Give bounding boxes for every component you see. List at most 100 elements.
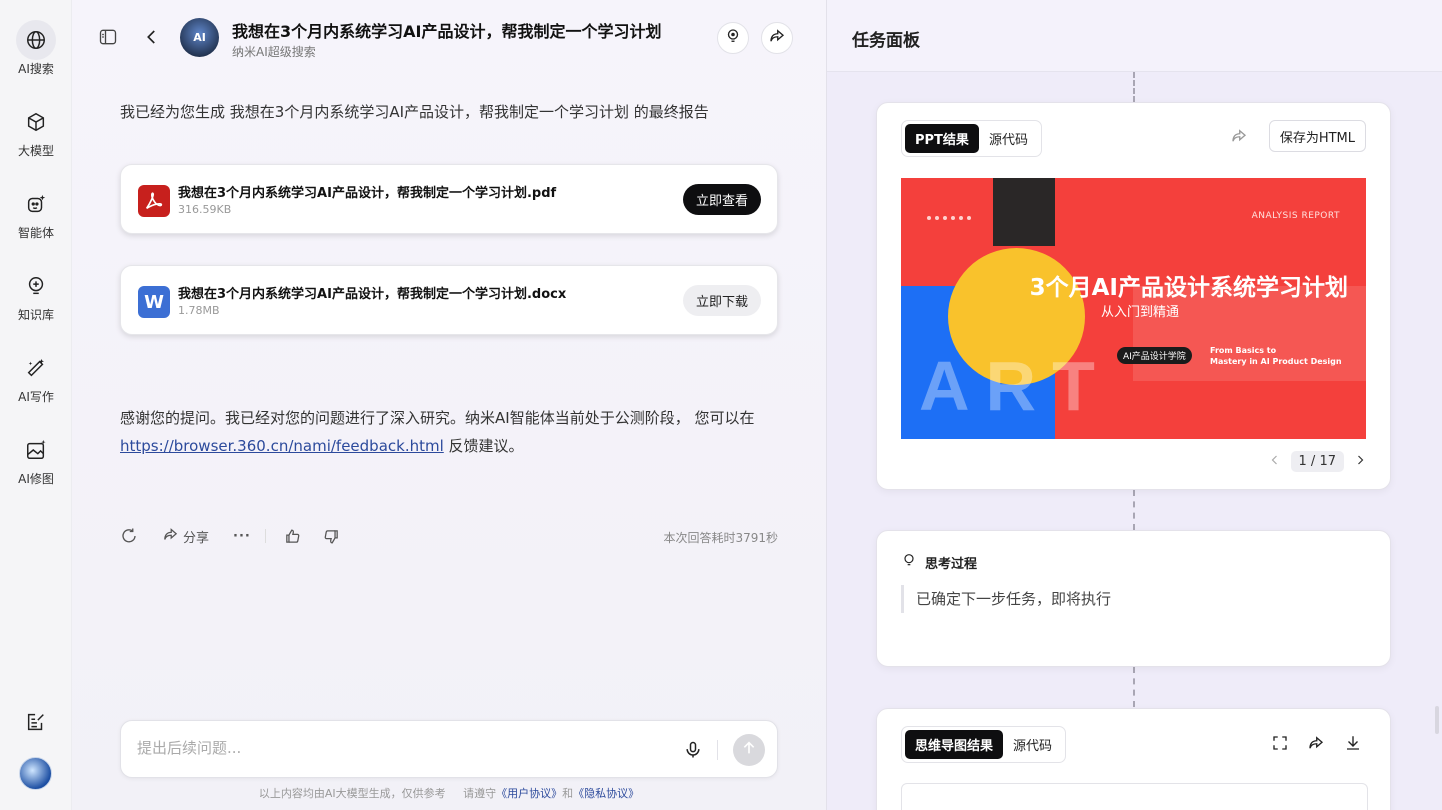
share-arrow-icon: [768, 27, 786, 49]
share-button[interactable]: [761, 22, 793, 54]
share-action[interactable]: 分享: [162, 526, 209, 547]
agent-icon: [16, 184, 56, 224]
save-as-html-button[interactable]: 保存为HTML: [1268, 120, 1366, 152]
nav-label: AI修图: [18, 472, 54, 486]
file-name: 我想在3个月内系统学习AI产品设计，帮我制定一个学习计划.docx: [178, 287, 567, 302]
slide-watermark: ART: [919, 347, 1111, 425]
more-options[interactable]: ···: [233, 529, 251, 544]
lightbulb-icon: [724, 27, 742, 49]
microphone-icon[interactable]: [681, 738, 705, 762]
timeline-connector: [1133, 490, 1135, 530]
thumbs-down-icon[interactable]: [323, 528, 340, 545]
regenerate-icon[interactable]: [120, 527, 138, 545]
feedback-link[interactable]: https://browser.360.cn/nami/feedback.htm…: [120, 437, 444, 455]
slide-report-label: ANALYSIS REPORT: [1251, 211, 1340, 221]
view-now-button[interactable]: 立即查看: [682, 184, 761, 215]
page-indicator: 1 / 17: [1290, 451, 1344, 472]
thinking-process-card: 思考过程 已确定下一步任务，即将执行: [876, 530, 1391, 667]
nav-model[interactable]: 大模型: [0, 102, 72, 172]
timeline-connector: [1133, 72, 1135, 102]
privacy-link[interactable]: 《隐私协议》: [573, 787, 639, 800]
panel-title: 任务面板: [852, 31, 920, 51]
file-size: 1.78MB: [178, 304, 220, 317]
slide-dots: [927, 216, 971, 220]
slide-english-line: From Basics to: [1210, 346, 1277, 355]
fullscreen-icon[interactable]: [1268, 731, 1292, 755]
image-edit-icon: [16, 430, 56, 470]
slide-subtitle: 从入门到精通: [1101, 305, 1180, 320]
nav-label: 知识库: [17, 308, 54, 322]
file-name: 我想在3个月内系统学习AI产品设计，帮我制定一个学习计划.pdf: [178, 186, 557, 201]
slide-english-text: From Basics to Mastery in AI Product Des…: [1210, 345, 1342, 367]
slide-title: 3个月AI产品设计系统学习计划: [1029, 275, 1348, 301]
mindmap-preview[interactable]: [901, 783, 1368, 810]
download-icon[interactable]: [1341, 731, 1365, 755]
nav-ai-search[interactable]: AI搜索: [0, 20, 72, 90]
disclaimer: 以上内容均由AI大模型生成，仅供参考 请遵守《用户协议》和《隐私协议》: [72, 785, 826, 801]
file-size: 316.59KB: [178, 203, 232, 216]
thinking-body: 已确定下一步任务，即将执行: [901, 585, 1111, 613]
followup-input[interactable]: [137, 739, 657, 757]
arrow-up-icon: [741, 740, 757, 760]
tab-source-code[interactable]: 源代码: [1003, 730, 1062, 759]
bulb-icon: [16, 266, 56, 306]
pdf-icon: [138, 185, 170, 217]
thinking-heading-text: 思考过程: [925, 556, 978, 572]
share-arrow-icon[interactable]: [1304, 731, 1328, 755]
avatar[interactable]: [19, 757, 52, 790]
nav-ai-write[interactable]: AI写作: [0, 348, 72, 418]
nav-label: AI搜索: [18, 62, 54, 76]
sidebar-toggle-icon[interactable]: [95, 24, 121, 50]
lightbulb-icon: [901, 552, 917, 572]
share-arrow-icon[interactable]: [1227, 124, 1251, 148]
ppt-tabs: PPT结果 源代码: [901, 120, 1042, 157]
chat-header: AI 我想在3个月内系统学习AI产品设计，帮我制定一个学习计划 纳米AI超级搜索: [72, 0, 826, 72]
notes-edit-icon[interactable]: [20, 706, 52, 738]
timeline-connector: [1133, 667, 1135, 707]
scrollbar-thumb[interactable]: [1435, 706, 1439, 734]
download-now-button[interactable]: 立即下载: [682, 285, 761, 316]
pdf-file-card[interactable]: 我想在3个月内系统学习AI产品设计，帮我制定一个学习计划.pdf 316.59K…: [120, 164, 778, 234]
slide-pager: 1 / 17: [1269, 451, 1366, 472]
tab-ppt-result[interactable]: PPT结果: [905, 124, 979, 153]
cube-icon: [16, 102, 56, 142]
disclaimer-text: 和: [562, 787, 574, 800]
disclaimer-text: 请遵守: [463, 787, 497, 800]
send-button[interactable]: [733, 734, 765, 766]
nav-knowledge[interactable]: 知识库: [0, 266, 72, 336]
left-navigation: AI搜索 大模型 智能体 知识库 AI写作 AI修图: [0, 0, 72, 810]
chat-column: AI 我想在3个月内系统学习AI产品设计，帮我制定一个学习计划 纳米AI超级搜索…: [72, 0, 826, 810]
nav-ai-image[interactable]: AI修图: [0, 430, 72, 500]
word-icon: W: [138, 286, 170, 318]
agent-avatar-text: AI: [193, 31, 206, 44]
thumbs-up-icon[interactable]: [284, 528, 301, 545]
page-title: 我想在3个月内系统学习AI产品设计，帮我制定一个学习计划: [232, 22, 662, 41]
thanks-text: 感谢您的提问。我已经对您的问题进行了深入研究。纳米AI智能体当前处于公测阶段， …: [120, 409, 755, 427]
idea-button[interactable]: [717, 22, 749, 54]
chevron-right-icon[interactable]: [1354, 454, 1366, 470]
chevron-left-icon[interactable]: [1269, 454, 1281, 470]
divider: [264, 529, 266, 543]
ppt-slide-preview[interactable]: ART ANALYSIS REPORT 3个月AI产品设计系统学习计划 从入门到…: [901, 178, 1366, 439]
page-subtitle: 纳米AI超级搜索: [232, 45, 316, 59]
ppt-result-card: PPT结果 源代码 保存为HTML ART ANALYSIS REPORT 3个…: [876, 102, 1391, 490]
thanks-text-end: 反馈建议。: [443, 437, 524, 455]
docx-file-card[interactable]: W 我想在3个月内系统学习AI产品设计，帮我制定一个学习计划.docx 1.78…: [120, 265, 778, 335]
nav-agent[interactable]: 智能体: [0, 184, 72, 254]
mindmap-result-card: 思维导图结果 源代码: [876, 708, 1391, 810]
tab-source-code[interactable]: 源代码: [979, 124, 1038, 153]
tab-mindmap-result[interactable]: 思维导图结果: [905, 730, 1004, 759]
panel-header: 任务面板: [827, 0, 1442, 72]
back-chevron-icon[interactable]: [139, 24, 165, 50]
nav-label: AI写作: [18, 390, 54, 404]
share-label: 分享: [183, 530, 210, 546]
task-panel: 任务面板 PPT结果 源代码 保存为HTML ART ANALYSIS REPO…: [826, 0, 1442, 810]
user-agreement-link[interactable]: 《用户协议》: [496, 787, 562, 800]
nav-label: 大模型: [17, 144, 54, 158]
divider: [717, 740, 718, 760]
thinking-heading: 思考过程: [901, 552, 977, 572]
followup-input-box: [120, 720, 778, 778]
agent-avatar: AI: [180, 18, 219, 57]
slide-pill: AI产品设计学院: [1117, 347, 1192, 364]
disclaimer-text: 以上内容均由AI大模型生成，仅供参考: [258, 787, 446, 800]
